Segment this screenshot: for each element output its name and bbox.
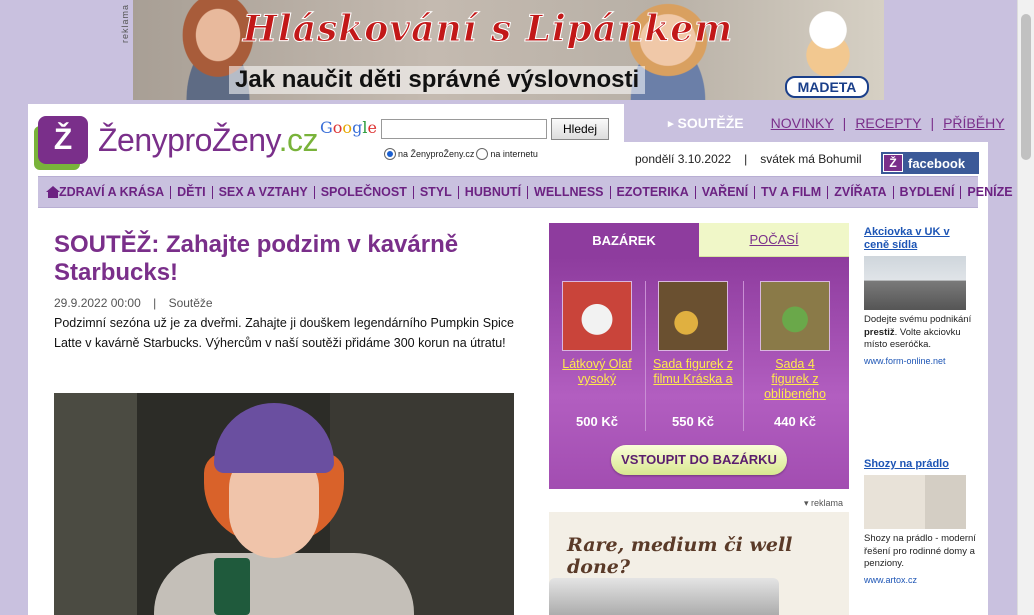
side-ad-image[interactable]	[864, 256, 966, 310]
side-ad-headline[interactable]: Shozy na prádlo	[864, 458, 976, 471]
banner-brand-logo: MADETA	[785, 76, 869, 98]
product-image[interactable]	[658, 281, 728, 351]
article-photo	[54, 393, 514, 615]
product-price: 550 Kč	[672, 414, 714, 429]
menu-item-hubnuti[interactable]: HUBNUTÍ	[457, 185, 527, 199]
bazar-product[interactable]: Sada 4 figurek z oblíbeného animáku 440 …	[755, 281, 835, 429]
menu-item-ezoterika[interactable]: EZOTERIKA	[609, 185, 695, 199]
current-date: pondělí 3.10.2022	[635, 152, 732, 166]
side-ad-image[interactable]	[864, 475, 966, 529]
product-name[interactable]: Sada 4 figurek z oblíbeného animáku	[755, 357, 835, 402]
menu-item-wellness[interactable]: WELLNESS	[527, 185, 609, 199]
product-divider	[645, 281, 646, 431]
facebook-label: facebook	[908, 155, 966, 171]
photo-cup	[214, 558, 250, 615]
product-price: 440 Kč	[774, 414, 816, 429]
date-separator: |	[744, 152, 748, 166]
radio-web[interactable]	[476, 148, 489, 160]
tab-pocasi[interactable]: POČASÍ	[699, 223, 849, 257]
topnav-souteze[interactable]: SOUTĚŽE	[668, 115, 744, 131]
product-divider	[743, 281, 744, 431]
article-meta: 29.9.2022 00:00 | Soutěže	[54, 296, 213, 310]
topnav-separator: |	[842, 115, 847, 131]
logo-wordmark: ŽenyproŽeny.cz	[98, 121, 319, 158]
banner-subtitle: Jak naučit děti správné výslovnosti	[229, 66, 646, 94]
top-nav: SOUTĚŽE NOVINKY | RECEPTY | PŘÍBĚHY	[624, 104, 1005, 142]
menu-item-styl[interactable]: STYL	[412, 185, 458, 199]
tab-bazarek[interactable]: BAZÁREK	[549, 223, 699, 257]
search-button[interactable]: Hledej	[551, 118, 609, 140]
menu-item-tv-film[interactable]: TV A FILM	[754, 185, 827, 199]
grill-ad-text: Rare, medium či well done?	[567, 534, 793, 578]
facebook-site-icon: Ž	[883, 154, 903, 172]
bazar-product[interactable]: Látkový Olaf vysoký 500 Kč	[557, 281, 637, 429]
top-banner-ad[interactable]: Hláskování s Lipánkem Jak naučit děti sp…	[133, 0, 884, 100]
bazar-panel: Látkový Olaf vysoký 500 Kč Sada figurek …	[549, 257, 849, 489]
menu-item-zvirata[interactable]: ZVÍŘATA	[827, 185, 892, 199]
enter-bazar-button[interactable]: VSTOUPIT DO BAZÁRKU	[611, 445, 787, 475]
main-menu: ZDRAVÍ A KRÁSA DĚTI SEX A VZTAHY SPOLEČN…	[38, 176, 1013, 208]
site-logo[interactable]: Ž ŽenyproŽeny.cz	[38, 116, 319, 164]
topnav-novinky[interactable]: NOVINKY	[771, 115, 834, 131]
radio-web-label: na internetu	[490, 149, 538, 159]
grill-ad[interactable]: Rare, medium či well done?	[549, 512, 849, 615]
bazar-product[interactable]: Sada figurek z filmu Kráska a 550 Kč	[653, 281, 733, 429]
logo-icon: Ž	[38, 116, 88, 164]
side-ad: Shozy na prádlo Shozy na prádlo - modern…	[864, 458, 976, 586]
topnav-recepty[interactable]: RECEPTY	[855, 115, 921, 131]
scrollbar-thumb[interactable]	[1021, 14, 1031, 160]
side-ad-url[interactable]: www.form-online.net	[864, 355, 976, 368]
side-ad: Akciovka v UK v ceně sídla Dodejte svému…	[864, 226, 976, 367]
article-title: SOUTĚŽ: Zahajte podzim v kavárně Starbuc…	[54, 231, 459, 286]
side-ad-text: Dodejte svému podnikání prestiž. Volte a…	[864, 314, 972, 350]
menu-item-sex[interactable]: SEX A VZTAHY	[211, 185, 314, 199]
search-scope: na ŽenyproŽeny.cz na internetu	[384, 148, 538, 160]
article-lead: Podzimní sezóna už je za dveřmi. Zahajte…	[54, 316, 514, 350]
search-input[interactable]	[381, 119, 547, 139]
menu-item-deti[interactable]: DĚTI	[170, 185, 211, 199]
facebook-button[interactable]: Ž facebook	[881, 152, 979, 174]
side-ad-text: Shozy na prádlo - moderní řešení pro rod…	[864, 533, 976, 569]
grill-image	[549, 578, 779, 615]
ad-label: ▾ reklama	[804, 498, 844, 508]
radio-site[interactable]	[384, 148, 396, 160]
menu-item-bydleni[interactable]: BYDLENÍ	[892, 185, 961, 199]
meta-separator: |	[153, 296, 157, 310]
product-name[interactable]: Sada figurek z filmu Kráska a	[653, 357, 733, 402]
menu-item-penize[interactable]: PENÍZE	[960, 185, 1018, 199]
product-image[interactable]	[760, 281, 830, 351]
photo-coat	[154, 553, 414, 615]
menu-item-spolecnost[interactable]: SPOLEČNOST	[313, 185, 413, 199]
menu-item-vareni[interactable]: VAŘENÍ	[694, 185, 754, 199]
radio-site-label: na ŽenyproŽeny.cz	[398, 149, 475, 159]
article-category[interactable]: Soutěže	[169, 296, 213, 310]
article-date: 29.9.2022 00:00	[54, 296, 141, 310]
menu-item-zdravi[interactable]: ZDRAVÍ A KRÁSA	[54, 185, 170, 199]
google-logo: Google	[320, 118, 377, 137]
product-image[interactable]	[562, 281, 632, 351]
bazar-widget: BAZÁREK POČASÍ Látkový Olaf vysoký 500 K…	[549, 223, 849, 489]
side-ad-url[interactable]: www.artox.cz	[864, 574, 976, 587]
side-ad-headline[interactable]: Akciovka v UK v ceně sídla	[864, 226, 976, 252]
topnav-pribehy[interactable]: PŘÍBĚHY	[943, 115, 1004, 131]
header: Ž ŽenyproŽeny.cz Google Hledej na Ženypr…	[28, 104, 624, 176]
product-price: 500 Kč	[576, 414, 618, 429]
scrollbar[interactable]	[1017, 0, 1034, 615]
topnav-separator: |	[930, 115, 935, 131]
ad-label: reklama	[120, 4, 130, 44]
nameday: svátek má Bohumil	[760, 152, 862, 166]
banner-title: Hláskování s Lipánkem	[242, 8, 734, 51]
product-name[interactable]: Látkový Olaf vysoký	[557, 357, 637, 402]
page-container: Ž ŽenyproŽeny.cz Google Hledej na Ženypr…	[28, 104, 1013, 615]
